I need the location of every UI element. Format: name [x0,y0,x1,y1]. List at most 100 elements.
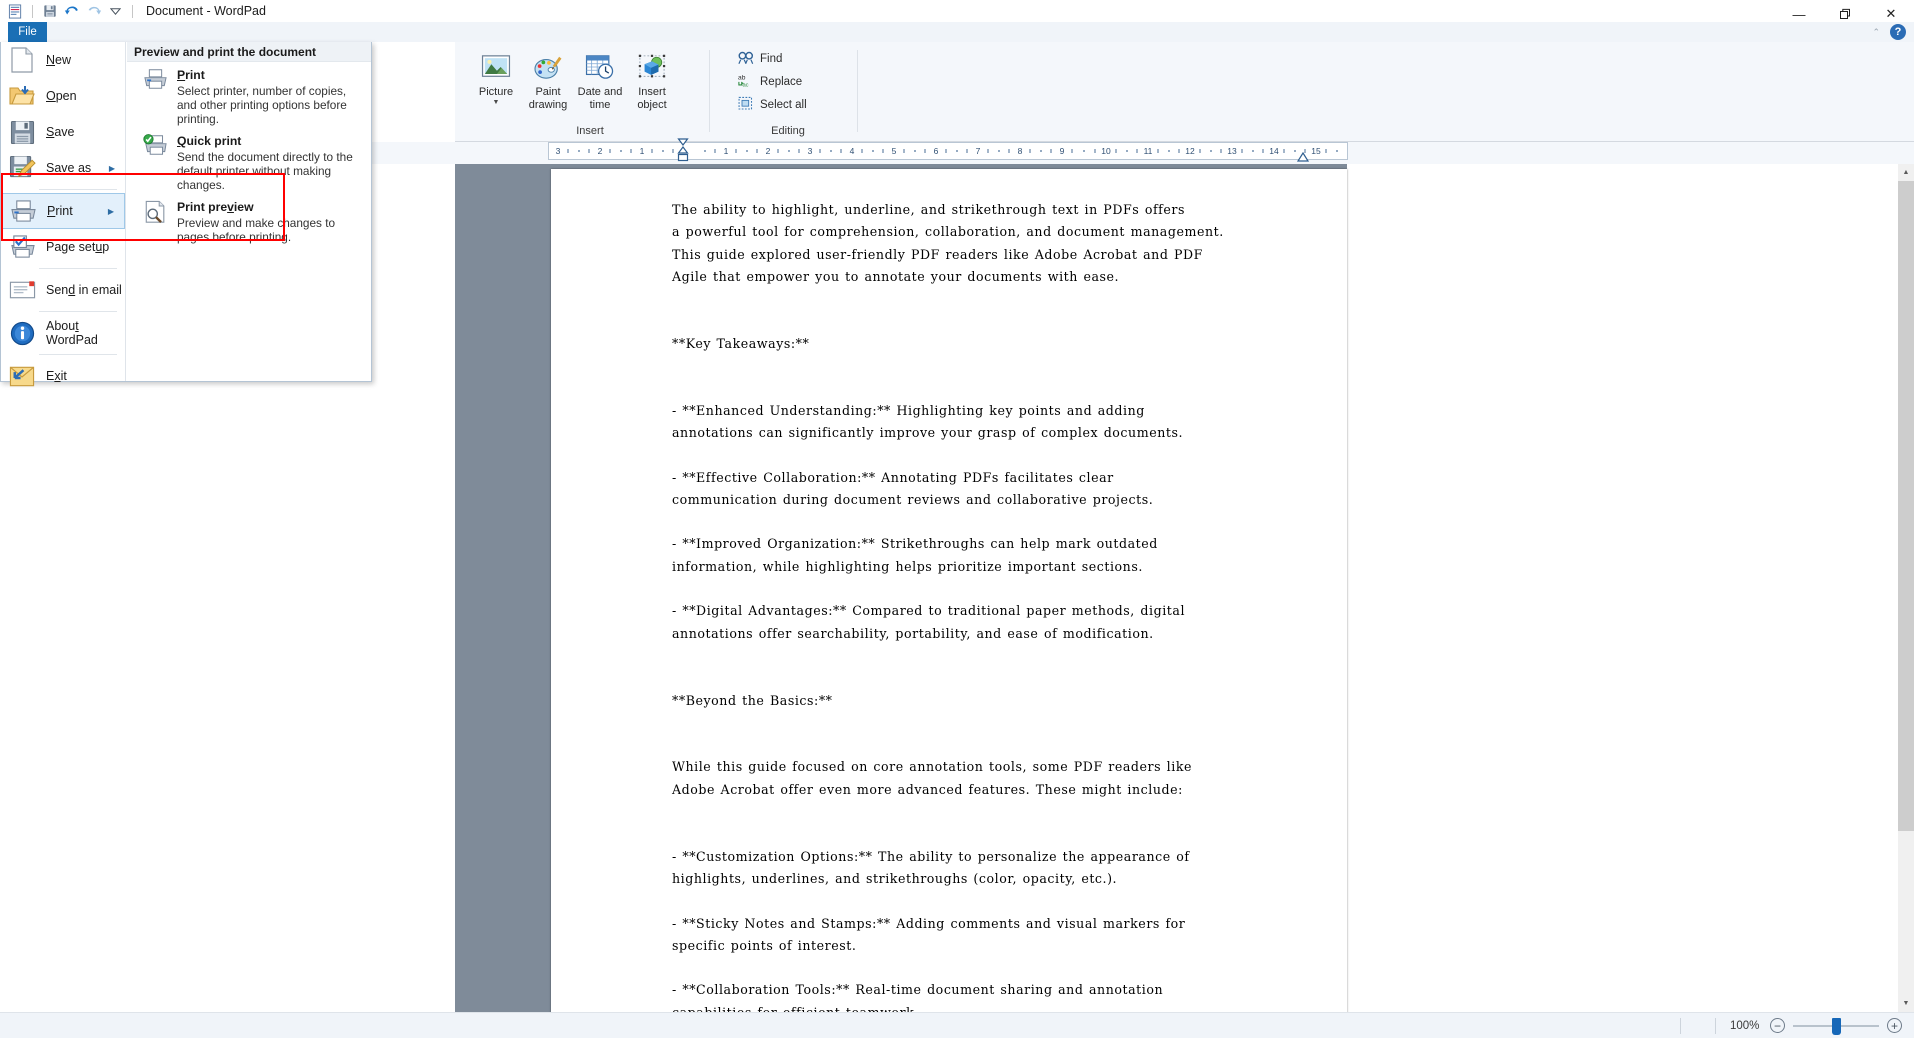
ruler[interactable]: 321 123 456 789 10 11 12 13 14 15 [548,138,1348,162]
menu-item-send-in-email[interactable]: Send in email [1,272,125,308]
title-bar: Document - WordPad [0,0,1914,22]
task-quick-print-title: Quick print [177,134,242,148]
svg-text:12: 12 [1185,146,1195,156]
scroll-down-icon[interactable]: ▼ [1898,995,1914,1012]
chevron-right-icon: ▶ [107,206,114,216]
paint-drawing-label: Paint drawing [528,86,568,111]
replace-button[interactable]: ab ac Replace [736,71,808,93]
find-label: Find [760,53,783,65]
task-print-title: Print [177,68,205,82]
svg-text:14: 14 [1269,146,1279,156]
group-divider-insert [709,50,710,132]
find-icon [738,50,754,68]
task-print[interactable]: Print Select printer, number of copies, … [127,62,371,128]
task-print-preview[interactable]: Print preview Preview and make changes t… [127,194,371,246]
wordpad-app-icon[interactable] [6,2,25,21]
menu-item-print[interactable]: Print ▶ [1,193,125,229]
replace-label: Replace [760,76,803,88]
document-right-gutter [1347,164,1914,1012]
picture-icon [481,51,511,83]
file-menu-right-pane: Preview and print the document Print Sel… [127,42,371,381]
menu-item-send-in-email-label: Send in email [46,283,122,297]
chevron-right-icon: ▶ [108,163,115,173]
menu-item-save-label: Save [46,125,75,139]
file-menu-panel: New Open Save Save as ▶ Print ▶ Page set… [0,42,372,386]
first-line-indent-marker[interactable] [677,138,689,164]
save-disk-icon [7,117,37,147]
menu-item-print-label: Print [47,204,73,218]
zoom-out-button[interactable]: − [1770,1018,1785,1033]
qat-divider-2 [132,4,133,18]
right-indent-marker[interactable] [1297,152,1309,164]
menu-item-about-wordpad[interactable]: About WordPad [1,315,125,351]
picture-label: Picture [478,86,514,98]
ribbon-group-insert: Picture ▼ Paint drawing Date and time In… [470,44,710,140]
menu-item-save-as[interactable]: Save as ▶ [1,150,125,186]
menu-divider-1 [39,189,117,190]
date-and-time-icon [585,51,615,83]
redo-icon[interactable] [84,2,103,21]
menu-item-page-setup-label: Page setup [46,240,110,254]
save-as-icon [7,153,37,183]
svg-text:11: 11 [1144,146,1153,156]
select-all-button[interactable]: Select all [736,94,813,116]
task-print-preview-title: Print preview [177,200,254,214]
select-all-icon [738,96,754,114]
qat-divider-1 [32,4,33,18]
customize-qat-icon[interactable] [106,2,125,21]
about-info-icon [7,318,37,348]
document-text[interactable]: The ability to highlight, underline, and… [672,199,1325,1012]
tab-file[interactable]: File [8,22,47,42]
zoom-in-button[interactable]: + [1887,1018,1902,1033]
undo-icon[interactable] [62,2,81,21]
paint-drawing-button[interactable]: Paint drawing [522,48,574,116]
chevron-down-icon[interactable]: ▼ [493,99,500,107]
menu-item-about-wordpad-label: About WordPad [46,319,98,347]
send-email-icon [7,275,37,305]
zoom-slider-thumb[interactable] [1832,1017,1841,1035]
svg-text:5: 5 [892,146,897,156]
document-page[interactable]: The ability to highlight, underline, and… [551,169,1347,1012]
menu-item-save-as-label: Save as [46,161,92,175]
menu-item-open[interactable]: Open [1,78,125,114]
svg-text:4: 4 [850,146,855,156]
select-all-label: Select all [760,99,807,111]
exit-icon [7,361,37,391]
group-divider-editing [857,50,858,132]
help-icon[interactable]: ? [1890,24,1906,40]
task-quick-print[interactable]: Quick print Send the document directly t… [127,128,371,194]
scrollbar-thumb[interactable] [1898,181,1914,831]
insert-object-label: Insert object [637,86,667,111]
find-button[interactable]: Find [736,48,788,70]
menu-item-new[interactable]: New [1,42,125,78]
vertical-scrollbar[interactable]: ▲ ▼ [1898,164,1914,1012]
collapse-ribbon-icon[interactable]: ⌃ [1872,27,1880,38]
menu-item-exit[interactable]: Exit [1,358,125,394]
svg-text:1: 1 [640,146,645,156]
save-icon[interactable] [40,2,59,21]
picture-button[interactable]: Picture ▼ [470,48,522,116]
insert-object-button[interactable]: Insert object [626,48,678,116]
zoom-slider[interactable] [1793,1017,1879,1035]
menu-item-page-setup[interactable]: Page setup [1,229,125,265]
group-label-editing: Editing [771,125,805,137]
printer-icon [141,68,169,96]
right-pane-header: Preview and print the document [127,42,371,62]
date-and-time-button[interactable]: Date and time [574,48,626,116]
paint-drawing-icon [533,51,563,83]
page-setup-icon [7,232,37,262]
zoom-level-label: 100% [1730,1019,1760,1032]
menu-item-save[interactable]: Save [1,114,125,150]
svg-text:ab: ab [738,75,746,82]
svg-text:6: 6 [934,146,939,156]
svg-text:10: 10 [1101,146,1111,156]
new-document-icon [7,45,37,75]
task-print-desc: Select printer, number of copies, and ot… [177,84,347,126]
menu-item-new-label: New [46,53,72,67]
ruler-ticks: 321 123 456 789 10 11 12 13 14 15 [549,143,1347,159]
window-title: Document - WordPad [146,4,266,18]
zoom-controls: 100% − + [1716,1017,1914,1035]
scroll-up-icon[interactable]: ▲ [1898,164,1914,181]
svg-text:8: 8 [1018,146,1023,156]
quick-access-toolbar [0,2,137,21]
